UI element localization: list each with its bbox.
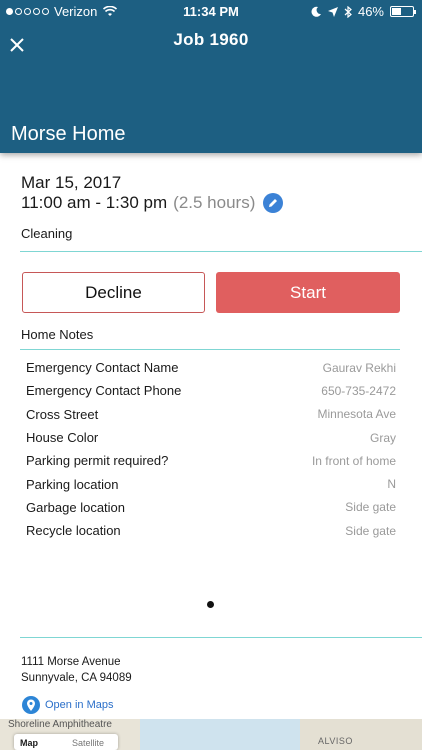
page-title: Job 1960 (173, 30, 249, 49)
moon-icon (311, 6, 321, 17)
home-notes-title: Home Notes (21, 327, 94, 342)
map-pin-icon (22, 696, 40, 714)
list-item: Parking location N (26, 472, 396, 495)
note-value: Side gate (345, 523, 396, 538)
map-toggle-satellite[interactable]: Satellite (66, 734, 118, 750)
note-value: In front of home (311, 453, 396, 468)
service-type: Cleaning (21, 226, 73, 241)
list-item: House Color Gray (26, 426, 396, 449)
notes-divider (20, 349, 400, 350)
divider (20, 251, 422, 252)
note-value: Side gate (345, 500, 396, 515)
edit-time-button[interactable] (263, 193, 284, 213)
list-item: Cross Street Minnesota Ave (26, 403, 396, 426)
bluetooth-icon (344, 5, 352, 18)
map-type-toggle[interactable]: Map Satellite (14, 734, 118, 750)
location-arrow-icon (327, 6, 338, 17)
address-line-2: Sunnyvale, CA 94089 (21, 672, 132, 684)
note-label: House Color (26, 430, 99, 446)
start-button[interactable]: Start (216, 272, 400, 313)
note-value: 650-735-2472 (321, 383, 396, 398)
list-item: Parking permit required? In front of home (26, 449, 396, 472)
list-item: Garbage location Side gate (26, 496, 396, 519)
note-value: Gaurav Rekhi (322, 360, 396, 375)
home-name: Morse Home (11, 123, 126, 145)
list-item: Recycle location Side gate (26, 519, 396, 542)
note-label: Recycle location (26, 523, 121, 539)
status-right: 46% (311, 4, 416, 19)
open-in-maps-label: Open in Maps (45, 699, 114, 711)
divider (20, 637, 422, 638)
status-bar: Verizon 11:34 PM 46% (0, 0, 422, 22)
note-value: N (387, 477, 396, 492)
open-in-maps-link[interactable]: Open in Maps (22, 696, 113, 714)
note-value: Minnesota Ave (317, 407, 397, 422)
map-label-shoreline: Shoreline Amphitheatre (8, 719, 112, 730)
header-bar: Verizon 11:34 PM 46% Job 1960 Morse Home (0, 0, 422, 153)
battery-percent: 46% (357, 4, 384, 19)
note-value: Gray (369, 430, 396, 445)
decline-button[interactable]: Decline (22, 272, 205, 313)
note-label: Parking location (26, 476, 119, 492)
note-label: Emergency Contact Name (26, 360, 179, 376)
job-time-range: 11:00 am - 1:30 pm (21, 193, 168, 212)
job-date: Mar 15, 2017 (21, 173, 122, 192)
home-notes-list: Emergency Contact Name Gaurav Rekhi Emerg… (26, 356, 396, 542)
pencil-icon (269, 199, 278, 207)
map-label-alviso: ALVISO (318, 736, 353, 746)
note-label: Parking permit required? (26, 453, 169, 469)
job-time: 11:00 am - 1:30 pm (2.5 hours) (21, 193, 284, 213)
page-indicator[interactable] (207, 601, 214, 608)
list-item: Emergency Contact Name Gaurav Rekhi (26, 356, 396, 379)
job-duration: (2.5 hours) (173, 193, 256, 212)
note-label: Garbage location (26, 499, 126, 515)
battery-level (392, 8, 402, 15)
note-label: Cross Street (26, 406, 99, 422)
list-item: Emergency Contact Phone 650-735-2472 (26, 379, 396, 402)
battery-icon (390, 6, 416, 17)
address-line-1: 1111 Morse Avenue (21, 656, 121, 668)
map-toggle-map[interactable]: Map (14, 734, 66, 750)
note-label: Emergency Contact Phone (26, 383, 182, 399)
